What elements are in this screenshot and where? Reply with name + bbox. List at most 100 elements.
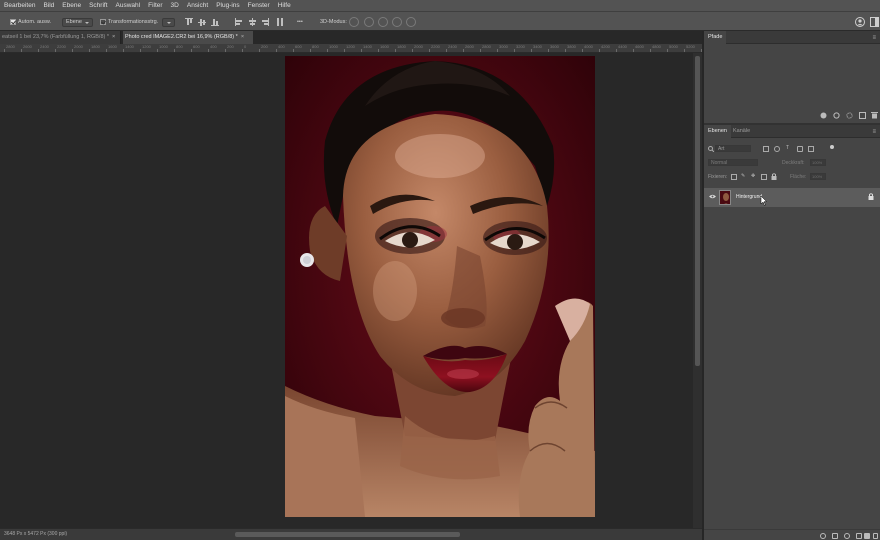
filter-shape-icon[interactable] — [797, 146, 803, 152]
fill-path-icon[interactable] — [820, 112, 827, 119]
blend-mode-dropdown[interactable]: Normal — [708, 159, 758, 166]
menu-item-bearbeiten[interactable]: Bearbeiten — [0, 0, 39, 11]
ruler-label: 1800 — [91, 44, 100, 49]
auto-select-label: Autom. ausw. — [18, 19, 52, 25]
filter-adjustment-icon[interactable] — [774, 146, 780, 152]
filter-pixel-icon[interactable] — [763, 146, 769, 152]
add-layer-style-icon[interactable] — [820, 533, 826, 539]
more-options-dropdown[interactable] — [162, 17, 175, 27]
lock-artboard-icon[interactable] — [761, 174, 767, 180]
fill-field[interactable]: 100% — [810, 173, 826, 180]
menu-item-plug-ins[interactable]: Plug-ins — [212, 0, 243, 11]
panel-menu-icon[interactable]: ≡ — [872, 35, 876, 41]
opacity-label: Deckkraft: — [782, 160, 805, 166]
3d-drag-icon[interactable] — [378, 17, 388, 27]
ruler-label: 800 — [312, 44, 319, 49]
new-group-icon[interactable] — [856, 533, 862, 539]
3d-roll-icon[interactable] — [364, 17, 374, 27]
ruler-label: 2200 — [57, 44, 66, 49]
lock-label: Fixieren: — [708, 174, 728, 180]
delete-path-icon[interactable] — [871, 112, 878, 119]
ruler-label: 2000 — [74, 44, 83, 49]
lock-position-icon[interactable]: ✥ — [751, 173, 755, 179]
ruler-label: 1200 — [346, 44, 355, 49]
menu-item-auswahl[interactable]: Auswahl — [112, 0, 145, 11]
menu-item-fenster[interactable]: Fenster — [244, 0, 274, 11]
ruler-label: 1200 — [142, 44, 151, 49]
canvas-area[interactable] — [0, 53, 693, 528]
menu-item-hilfe[interactable]: Hilfe — [274, 0, 295, 11]
ruler-label: 4000 — [584, 44, 593, 49]
tab-layers[interactable]: Ebenen — [704, 125, 731, 138]
lock-image-icon[interactable]: ✎ — [741, 173, 745, 179]
lock-transparent-icon[interactable] — [731, 174, 737, 180]
new-path-icon[interactable] — [859, 112, 866, 119]
ruler-label: 2000 — [414, 44, 423, 49]
user-account-icon[interactable] — [855, 17, 865, 27]
menu-item-bild[interactable]: Bild — [39, 0, 58, 11]
align-center-icon[interactable] — [248, 18, 256, 26]
menu-item-ebene[interactable]: Ebene — [58, 0, 85, 11]
transform-controls-option[interactable]: Transformationsstrg. — [100, 17, 158, 27]
3d-scale-icon[interactable] — [406, 17, 416, 27]
distribute-icon[interactable] — [276, 18, 284, 26]
filter-text-icon[interactable]: T — [786, 145, 789, 151]
layer-name: Hintergrund — [736, 194, 763, 200]
ruler-label: 2800 — [6, 44, 15, 49]
ruler-label: 4400 — [618, 44, 627, 49]
align-right-icon[interactable] — [261, 18, 269, 26]
menu-item-3d[interactable]: 3D — [167, 0, 183, 11]
filter-toggle-icon[interactable] — [830, 145, 834, 149]
auto-select-option[interactable]: Autom. ausw. — [10, 17, 51, 27]
3d-mode-label: 3D-Modus: — [320, 19, 347, 25]
transform-controls-label: Transformationsstrg. — [108, 19, 159, 25]
layer-row-background[interactable]: Hintergrund — [704, 188, 880, 207]
tab-document-2[interactable]: Photo cred IMAGE2.CR2 bei 16,9% (RGB/8) … — [123, 31, 253, 44]
menu-item-filter[interactable]: Filter — [144, 0, 166, 11]
portrait-photo[interactable] — [285, 56, 595, 517]
new-layer-icon[interactable] — [864, 533, 870, 539]
new-adjustment-layer-icon[interactable] — [844, 533, 850, 539]
tab-channels[interactable]: Kanäle — [729, 125, 754, 138]
ruler-label: 1000 — [159, 44, 168, 49]
transform-controls-checkbox[interactable] — [100, 19, 106, 25]
auto-select-checkbox[interactable] — [10, 19, 16, 25]
layer-filter-row: Art T — [704, 144, 880, 154]
tab-paths[interactable]: Pfade — [704, 31, 727, 44]
close-tab-2-icon[interactable]: × — [241, 34, 244, 40]
ruler-label: 3800 — [567, 44, 576, 49]
visibility-eye-icon[interactable] — [709, 194, 716, 199]
opacity-field[interactable]: 100% — [810, 159, 826, 166]
menu-item-ansicht[interactable]: Ansicht — [183, 0, 212, 11]
auto-select-target-dropdown[interactable]: Ebene — [62, 17, 93, 27]
paths-panel-tabs: Pfade ≡ — [704, 31, 880, 44]
align-bottom-icon[interactable] — [211, 18, 219, 26]
load-selection-icon[interactable] — [846, 112, 853, 119]
document-tab-bar: eatseil 1 bei 23,7% (Farbfüllung 1, RGB/… — [0, 31, 702, 44]
close-tab-1-icon[interactable]: × — [112, 34, 115, 40]
3d-orbit-icon[interactable] — [349, 17, 359, 27]
layers-panel-menu-icon[interactable]: ≡ — [872, 129, 876, 135]
delete-layer-icon[interactable] — [873, 533, 878, 539]
more-options-button[interactable]: ••• — [297, 17, 303, 27]
align-middle-icon[interactable] — [198, 18, 206, 26]
align-left-icon[interactable] — [235, 18, 243, 26]
ruler-label: 1800 — [397, 44, 406, 49]
workspace-icon[interactable] — [870, 17, 879, 27]
menu-item-schrift[interactable]: Schrift — [85, 0, 111, 11]
3d-slide-icon[interactable] — [392, 17, 402, 27]
horizontal-scroll-thumb[interactable] — [235, 532, 460, 537]
ruler-label: 400 — [278, 44, 285, 49]
vertical-scroll-thumb[interactable] — [695, 56, 700, 366]
lock-all-icon[interactable] — [771, 173, 777, 180]
layers-bottom-toolbar — [704, 529, 880, 540]
ruler-label: 2800 — [482, 44, 491, 49]
filter-smart-object-icon[interactable] — [808, 146, 814, 152]
add-mask-icon[interactable] — [832, 533, 838, 539]
ruler-label: 800 — [176, 44, 183, 49]
vertical-scrollbar[interactable] — [693, 53, 702, 528]
filter-type-dropdown[interactable]: Art — [715, 145, 751, 152]
align-top-icon[interactable] — [185, 18, 193, 26]
tab-document-1[interactable]: eatseil 1 bei 23,7% (Farbfüllung 1, RGB/… — [0, 31, 121, 44]
stroke-path-icon[interactable] — [833, 112, 840, 119]
